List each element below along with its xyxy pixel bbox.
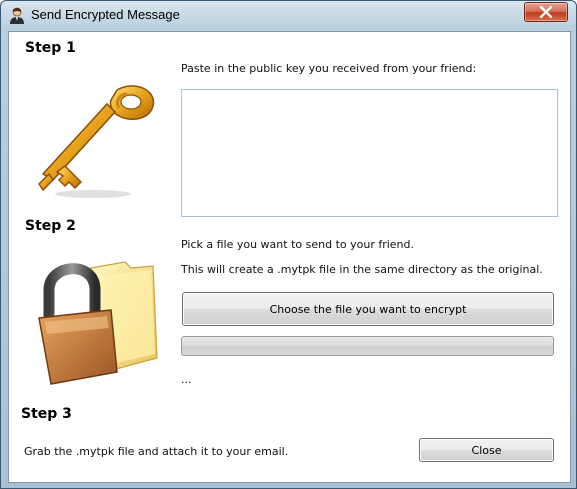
step2-instruction-line1: Pick a file you want to send to your fri… bbox=[181, 238, 415, 251]
dialog-content: Step 1 Paste in the public key you recei… bbox=[8, 31, 571, 483]
step3-instruction: Grab the .mytpk file and attach it to yo… bbox=[24, 445, 289, 458]
step1-heading: Step 1 bbox=[25, 40, 76, 56]
send-encrypted-message-window: Send Encrypted Message Step 1 Paste in t… bbox=[0, 0, 577, 489]
key-icon bbox=[38, 85, 155, 198]
window-title: Send Encrypted Message bbox=[31, 7, 180, 22]
title-bar[interactable]: Send Encrypted Message bbox=[1, 1, 576, 31]
step3-heading: Step 3 bbox=[21, 406, 72, 422]
padlock-folder-icon bbox=[38, 261, 158, 385]
choose-file-button[interactable]: Choose the file you want to encrypt bbox=[182, 292, 554, 326]
user-icon bbox=[9, 7, 25, 25]
close-icon bbox=[539, 6, 553, 18]
window-close-button[interactable] bbox=[524, 2, 568, 22]
public-key-input[interactable] bbox=[181, 89, 558, 217]
close-button[interactable]: Close bbox=[419, 438, 554, 462]
encryption-progress-bar bbox=[181, 336, 554, 356]
step2-heading: Step 2 bbox=[25, 218, 76, 234]
step2-instruction-line2: This will create a .mytpk file in the sa… bbox=[181, 263, 543, 276]
status-text: ... bbox=[181, 373, 192, 386]
step1-instruction: Paste in the public key you received fro… bbox=[181, 62, 477, 75]
